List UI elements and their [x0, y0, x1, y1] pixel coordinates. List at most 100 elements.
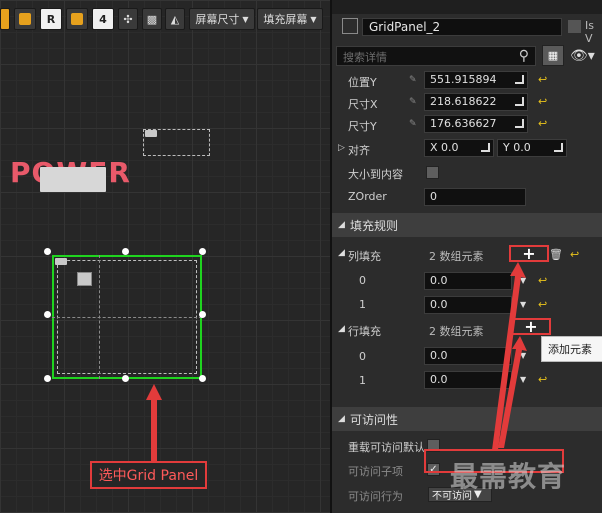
accessible-behavior-label: 可访问行为	[348, 490, 403, 503]
reset-arrow-icon[interactable]: ↩	[570, 248, 579, 261]
is-variable-label: Is V	[585, 19, 594, 45]
reset-arrow-icon[interactable]: ↩	[538, 373, 547, 386]
row-item-value: 0.0	[430, 373, 448, 386]
resize-handle-r[interactable]	[199, 311, 206, 318]
view-options-button[interactable]: 👁▾	[570, 46, 600, 66]
fill-rules-category[interactable]: ◢ 填充规则	[332, 213, 602, 237]
cross-icon[interactable]: ✣	[118, 8, 138, 30]
search-placeholder: 搜索详情	[343, 51, 387, 64]
align-x-input[interactable]: X 0.0	[424, 139, 494, 157]
resize-handle-br[interactable]	[199, 375, 206, 382]
add-element-tooltip: 添加元素	[541, 336, 602, 362]
align-label: 对齐	[348, 144, 370, 157]
tool-button-orange[interactable]	[0, 8, 10, 30]
pin-icon: ✎	[409, 97, 417, 107]
eye-icon: 👁▾	[570, 48, 595, 64]
annotation-label: 选中Grid Panel	[90, 461, 207, 489]
reset-arrow-icon[interactable]: ↩	[538, 117, 547, 130]
size-x-input[interactable]: 218.618622	[424, 93, 528, 111]
screen-size-dropdown[interactable]: 屏幕尺寸 ▼	[189, 8, 255, 30]
column-item-index: 1	[359, 298, 366, 311]
zorder-label: ZOrder	[348, 190, 387, 203]
size-y-label: 尺寸Y	[348, 120, 377, 133]
resize-handle-b[interactable]	[122, 375, 129, 382]
reset-arrow-icon[interactable]: ↩	[538, 298, 547, 311]
resize-icon	[515, 75, 524, 84]
grid-panel-icon	[55, 258, 67, 265]
expand-arrow-icon[interactable]: ▷	[338, 143, 345, 153]
resize-handle-bl[interactable]	[44, 375, 51, 382]
pos-y-input[interactable]: 551.915894	[424, 71, 528, 89]
collapse-arrow-icon: ◢	[338, 220, 345, 230]
r-button[interactable]: R	[40, 8, 62, 30]
fill-screen-dropdown[interactable]: 填充屏幕 ▼	[257, 8, 323, 30]
column-item-value: 0.0	[430, 298, 448, 311]
size-x-value: 218.618622	[430, 95, 497, 108]
reset-arrow-icon[interactable]: ↩	[538, 274, 547, 287]
trash-icon[interactable]: 🗑	[549, 248, 563, 261]
grid-size-button[interactable]: 4	[92, 8, 114, 30]
layout-icon	[19, 13, 31, 25]
chevron-down-icon: ▼	[310, 14, 317, 24]
widget-type-icon	[342, 18, 358, 34]
grid-icon: ▦	[547, 49, 559, 62]
resize-handle-tl[interactable]	[44, 248, 51, 255]
pos-y-label: 位置Y	[348, 76, 377, 89]
is-variable-checkbox[interactable]	[568, 20, 581, 33]
row-item-value: 0.0	[430, 349, 448, 362]
reset-arrow-icon[interactable]: ↩	[538, 73, 547, 86]
reset-arrow-icon[interactable]: ↩	[538, 95, 547, 108]
grid-toggle-icon	[71, 13, 83, 25]
watermark-text: 最需教育	[450, 460, 567, 493]
collapse-arrow-icon: ◢	[338, 414, 345, 424]
pin-icon: ✎	[409, 119, 417, 129]
size-y-value: 176.636627	[430, 117, 497, 130]
size-to-content-checkbox[interactable]	[426, 166, 439, 179]
column-fill-count: 2 数组元素	[429, 250, 484, 263]
column-add-element-button[interactable]: +	[509, 244, 549, 263]
annotation-arrow	[498, 336, 527, 448]
row-fill-label: 行填充	[348, 325, 381, 338]
search-icon: ⚲	[518, 48, 529, 64]
resize-handle-t[interactable]	[122, 248, 129, 255]
align-y-input[interactable]: Y 0.0	[497, 139, 567, 157]
designer-canvas[interactable]: R 4 ✣ ▩ ◭ 屏幕尺寸 ▼ 填充屏幕 ▼ POWER 选中Grid Pan…	[0, 0, 330, 513]
wireframe-icon[interactable]: ◭	[165, 8, 185, 30]
row-item-index: 0	[359, 350, 366, 363]
column-item-index: 0	[359, 274, 366, 287]
size-y-input[interactable]: 176.636627	[424, 115, 528, 133]
resize-icon	[515, 97, 524, 106]
power-bar-widget[interactable]	[40, 167, 106, 192]
column-item-value: 0.0	[430, 274, 448, 287]
image-icon[interactable]: ▩	[142, 8, 162, 30]
collapse-arrow-icon[interactable]: ◢	[338, 324, 345, 334]
grid-snap-button[interactable]	[66, 8, 88, 30]
resize-icon	[515, 119, 524, 128]
resize-handle-l[interactable]	[44, 311, 51, 318]
align-x-value: X 0.0	[430, 141, 459, 154]
screen-size-label: 屏幕尺寸	[195, 13, 240, 26]
plus-icon: +	[522, 244, 536, 263]
collapse-arrow-icon[interactable]: ◢	[338, 248, 345, 258]
widget-name-input[interactable]: GridPanel_2	[362, 18, 562, 36]
accessible-child-label: 可访问子项	[348, 465, 403, 478]
annotation-arrow	[146, 384, 162, 462]
property-matrix-button[interactable]: ▦	[542, 45, 564, 66]
pos-y-value: 551.915894	[430, 73, 497, 86]
fill-screen-label: 填充屏幕	[263, 13, 308, 26]
align-y-value: Y 0.0	[503, 141, 531, 154]
row-fill-count: 2 数组元素	[429, 325, 484, 338]
size-to-content-label: 大小到内容	[348, 168, 403, 181]
accessibility-category[interactable]: ◢ 可访问性	[332, 407, 602, 431]
search-details-input[interactable]: 搜索详情 ⚲	[336, 46, 536, 66]
resize-icon	[554, 143, 563, 152]
panel-tab-strip	[332, 0, 602, 14]
resize-icon	[481, 143, 490, 152]
column-fill-label: 列填充	[348, 250, 381, 263]
layout-toggle-button[interactable]	[14, 8, 36, 30]
pin-icon: ✎	[409, 75, 417, 85]
grid-child-widget[interactable]	[77, 272, 92, 286]
resize-handle-tr[interactable]	[199, 248, 206, 255]
zorder-input[interactable]: 0	[424, 188, 526, 206]
size-x-label: 尺寸X	[348, 98, 378, 111]
